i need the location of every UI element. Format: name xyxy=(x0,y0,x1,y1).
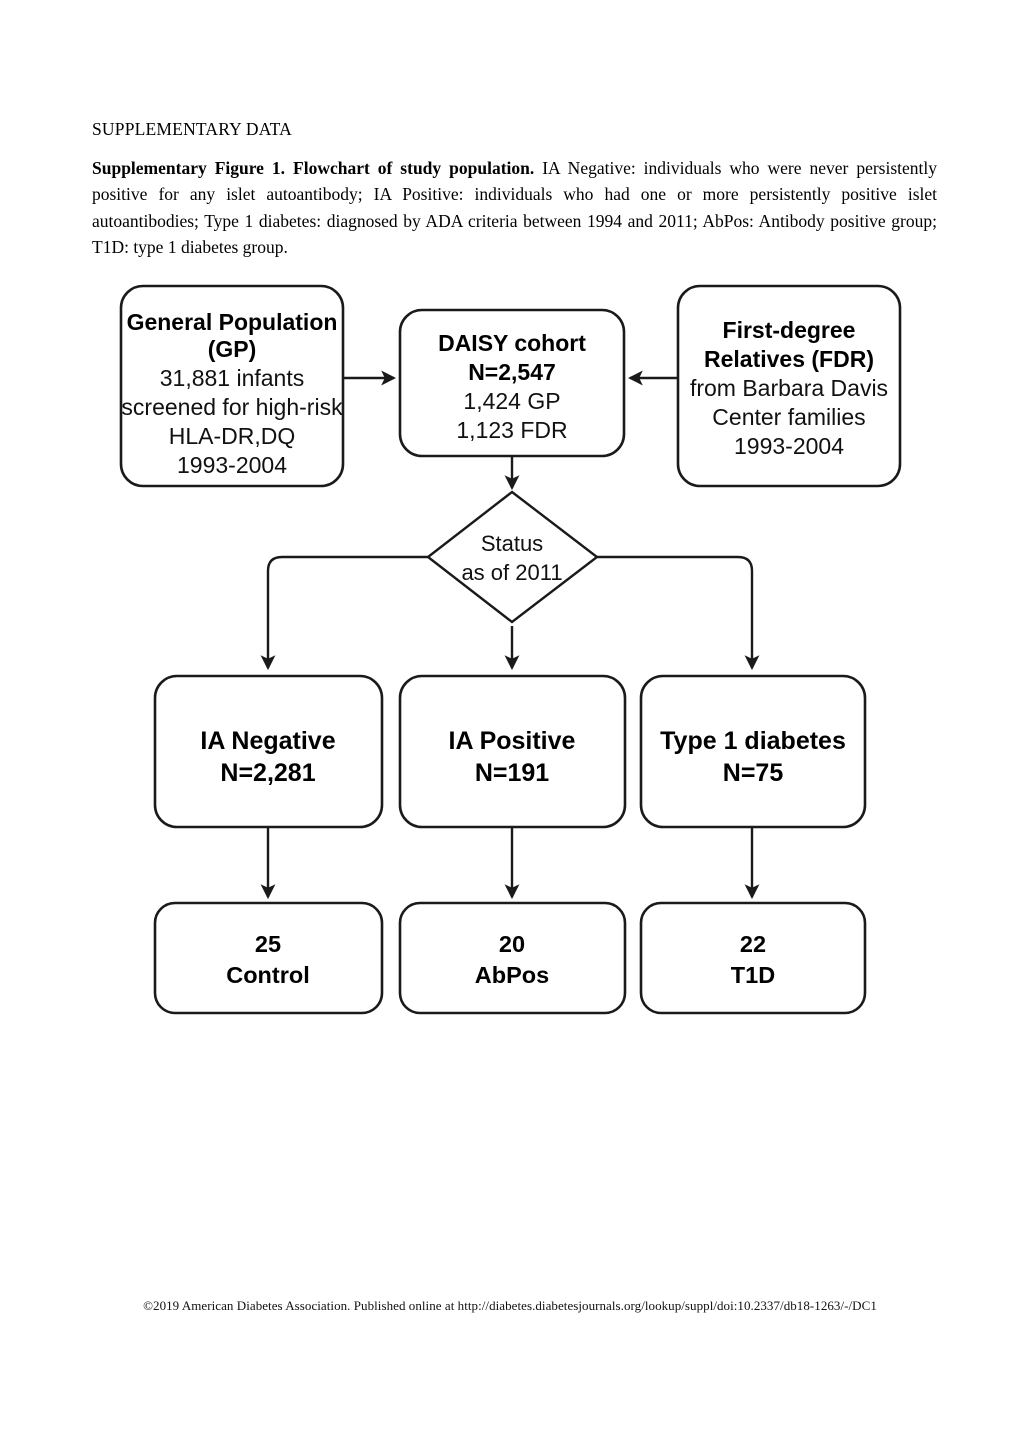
node-general-population-box xyxy=(119,284,345,488)
node-general-population-line-3: 31,881 infants xyxy=(160,365,305,391)
node-general-population-line-6: 1993-2004 xyxy=(177,452,287,478)
node-t1d-box xyxy=(639,901,867,1015)
node-status-decision: Status as of 2011 xyxy=(426,490,599,624)
supplementary-data-label: SUPPLEMENTARY DATA xyxy=(92,119,292,139)
node-ia-positive-line-1: IA Positive xyxy=(449,727,576,755)
node-first-degree-relatives-line-2: Relatives (FDR) xyxy=(704,346,874,372)
node-t1d-line-1: 22 xyxy=(740,931,766,957)
node-first-degree-relatives-line-4: Center families xyxy=(712,404,865,430)
node-abpos-line-2: AbPos xyxy=(475,962,549,988)
figure-caption: Supplementary Figure 1. Flowchart of stu… xyxy=(92,155,937,261)
document-header: SUPPLEMENTARY DATA Supplementary Figure … xyxy=(92,118,937,261)
figure-caption-title: Supplementary Figure 1. Flowchart of stu… xyxy=(92,157,535,178)
node-general-population: General Population (GP) 31,881 infants s… xyxy=(119,284,345,488)
node-status-decision-line-1: Status xyxy=(481,531,543,556)
page-footer: ©2019 American Diabetes Association. Pub… xyxy=(0,1297,1020,1315)
node-first-degree-relatives: First-degree Relatives (FDR) from Barbar… xyxy=(676,284,902,488)
node-abpos-line-1: 20 xyxy=(499,931,525,957)
node-general-population-line-2: (GP) xyxy=(208,336,257,362)
node-control: 25 Control xyxy=(153,901,384,1015)
node-type1-diabetes-line-2: N=75 xyxy=(723,759,784,787)
node-first-degree-relatives-box xyxy=(676,284,902,488)
node-abpos-box xyxy=(398,901,627,1015)
node-first-degree-relatives-line-1: First-degree xyxy=(723,317,856,343)
edge-status-to-ia-negative xyxy=(260,555,428,671)
node-general-population-line-1: General Population xyxy=(127,309,338,335)
edge-status-to-type1-diabetes xyxy=(597,555,760,671)
node-status-decision-shape xyxy=(426,490,599,624)
node-first-degree-relatives-line-5: 1993-2004 xyxy=(734,433,844,459)
node-ia-negative-box xyxy=(153,674,384,829)
node-daisy-cohort-line-3: 1,424 GP xyxy=(463,388,560,414)
node-ia-negative-line-1: IA Negative xyxy=(200,727,335,755)
node-ia-positive-line-2: N=191 xyxy=(475,759,549,787)
node-general-population-line-4: screened for high-risk xyxy=(121,394,343,420)
node-daisy-cohort-line-2: N=2,547 xyxy=(468,359,556,385)
node-ia-positive: IA Positive N=191 xyxy=(398,674,627,829)
node-control-box xyxy=(153,901,384,1015)
node-control-line-1: 25 xyxy=(255,931,281,957)
node-first-degree-relatives-line-3: from Barbara Davis xyxy=(690,375,888,401)
copyright-line: ©2019 American Diabetes Association. Pub… xyxy=(143,1298,877,1313)
node-type1-diabetes-box xyxy=(639,674,867,829)
node-daisy-cohort: DAISY cohort N=2,547 1,424 GP 1,123 FDR xyxy=(398,308,626,458)
node-ia-positive-box xyxy=(398,674,627,829)
node-control-line-2: Control xyxy=(226,962,310,988)
node-general-population-line-5: HLA-DR,DQ xyxy=(169,423,296,449)
node-type1-diabetes-line-1: Type 1 diabetes xyxy=(660,727,846,755)
node-ia-negative-line-2: N=2,281 xyxy=(220,759,315,787)
node-daisy-cohort-line-4: 1,123 FDR xyxy=(456,417,567,443)
node-daisy-cohort-line-1: DAISY cohort xyxy=(438,330,586,356)
node-status-decision-line-2: as of 2011 xyxy=(461,560,562,585)
node-abpos: 20 AbPos xyxy=(398,901,627,1015)
node-ia-negative: IA Negative N=2,281 xyxy=(153,674,384,829)
node-daisy-cohort-box xyxy=(398,308,626,458)
flowchart-connectors xyxy=(260,370,760,900)
node-t1d-line-2: T1D xyxy=(731,962,775,988)
node-type1-diabetes: Type 1 diabetes N=75 xyxy=(639,674,867,829)
node-t1d: 22 T1D xyxy=(639,901,867,1015)
